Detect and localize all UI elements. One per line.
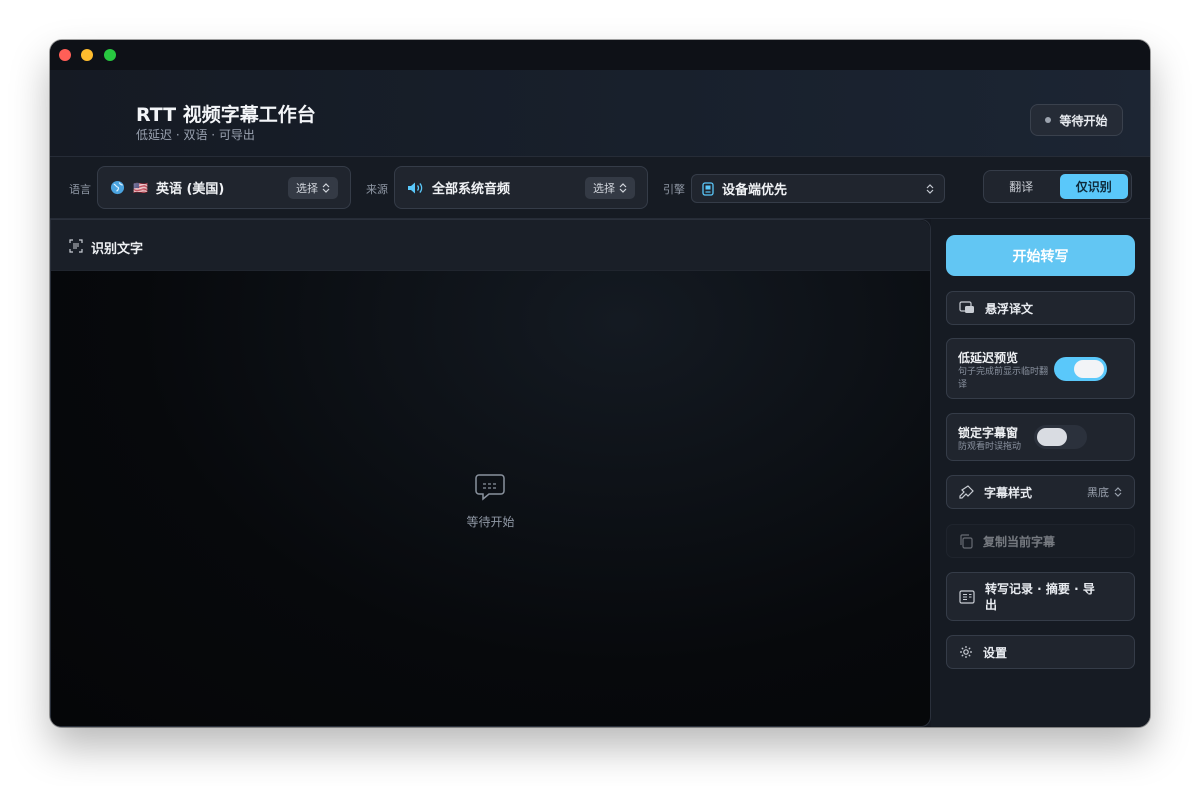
low-latency-toggle[interactable] — [1054, 357, 1107, 381]
copy-subtitle-label: 复制当前字幕 — [983, 534, 1056, 549]
transcript-panel-title: 识别文字 — [91, 242, 144, 257]
toggle-knob — [1074, 360, 1104, 378]
float-translation-button[interactable]: 悬浮译文 — [946, 291, 1135, 325]
source-pick-button[interactable]: 选择 — [585, 176, 635, 199]
status-badge: 等待开始 — [1030, 104, 1123, 136]
subtitle-style-value-wrap: 黑底 — [1087, 484, 1122, 500]
transcript-export-button[interactable]: 转写记录 · 摘要 · 导出 — [946, 572, 1135, 621]
mode-recognize-only-tab[interactable]: 仅识别 — [1059, 174, 1128, 199]
app-header: RTT 视频字幕工作台 低延迟 · 双语 · 可导出 等待开始 — [50, 70, 1150, 157]
low-latency-title: 低延迟预览 — [958, 351, 1019, 365]
status-dot-icon — [1045, 117, 1052, 123]
settings-button[interactable]: 设置 — [946, 635, 1135, 669]
us-flag-icon: 🇺🇸 — [133, 180, 148, 195]
source-selector[interactable]: 全部系统音频 选择 — [394, 166, 648, 209]
settings-label: 设置 — [983, 645, 1008, 660]
chat-bubble-icon — [475, 474, 505, 501]
float-translation-label: 悬浮译文 — [985, 301, 1034, 316]
mode-translate-tab[interactable]: 翻译 — [987, 174, 1056, 199]
app-subtitle: 低延迟 · 双语 · 可导出 — [136, 128, 255, 142]
subtitle-style-label: 字幕样式 — [984, 485, 1033, 500]
title-bar — [50, 40, 1150, 70]
low-latency-card: 低延迟预览 句子完成前显示临时翻译 — [946, 338, 1135, 399]
language-label: 语言 — [69, 183, 91, 196]
transcript-panel: 识别文字 等待开始 — [50, 219, 931, 727]
minimize-window-button[interactable] — [81, 49, 93, 61]
subtitle-style-selector[interactable]: 字幕样式 黑底 — [946, 475, 1135, 509]
source-label: 来源 — [366, 183, 388, 196]
speaker-icon — [408, 182, 423, 193]
text-scan-icon — [69, 239, 83, 253]
document-list-icon — [959, 589, 975, 604]
chevron-updown-icon — [926, 183, 934, 194]
chevron-updown-icon — [1114, 487, 1122, 497]
floating-window-icon — [959, 301, 974, 313]
language-selector[interactable]: 🇺🇸 英语 (美国) 选择 — [97, 166, 351, 209]
gear-icon — [960, 646, 972, 658]
language-value: 英语 (美国) — [155, 182, 225, 197]
paintbrush-icon — [959, 484, 974, 499]
low-latency-desc: 句子完成前显示临时翻译 — [958, 367, 1049, 390]
lock-window-title: 锁定字幕窗 — [958, 426, 1019, 440]
app-title: RTT 视频字幕工作台 — [136, 104, 316, 126]
subtitle-style-value: 黑底 — [1087, 486, 1109, 499]
sidebar: 开始转写 悬浮译文 低延迟预览 句子完成前显示临时翻译 锁定字幕窗 防观看时误拖… — [931, 219, 1150, 727]
toggle-knob — [1037, 428, 1067, 446]
language-pick-button[interactable]: 选择 — [288, 176, 338, 199]
transcript-panel-header: 识别文字 — [51, 220, 930, 271]
engine-selector[interactable]: 设备端优先 — [691, 174, 945, 203]
engine-value: 设备端优先 — [722, 183, 788, 198]
chevron-updown-icon — [322, 182, 330, 193]
zoom-window-button[interactable] — [104, 49, 116, 61]
close-window-button[interactable] — [59, 49, 71, 61]
source-value: 全部系统音频 — [432, 182, 511, 197]
copy-subtitle-button[interactable]: 复制当前字幕 — [946, 524, 1135, 558]
toolbar: 语言 🇺🇸 英语 (美国) 选择 来源 全部系统音频 选择 引擎 设备端优先 翻… — [50, 157, 1150, 219]
status-label: 等待开始 — [1059, 113, 1108, 128]
globe-icon — [110, 180, 125, 195]
source-pick-label: 选择 — [593, 181, 615, 195]
mode-segmented-control: 翻译 仅识别 — [983, 170, 1132, 203]
lock-window-toggle[interactable] — [1034, 425, 1087, 449]
lock-window-card: 锁定字幕窗 防观看时误拖动 — [946, 413, 1135, 461]
transcript-export-label: 转写记录 · 摘要 · 导出 — [985, 581, 1095, 612]
start-transcription-button[interactable]: 开始转写 — [946, 235, 1135, 276]
language-pick-label: 选择 — [296, 181, 318, 195]
engine-label: 引擎 — [663, 183, 685, 196]
chevron-updown-icon — [619, 182, 627, 193]
device-chip-icon — [702, 181, 714, 196]
copy-icon — [960, 533, 973, 549]
empty-state-text: 等待开始 — [466, 515, 515, 529]
app-window: RTT 视频字幕工作台 低延迟 · 双语 · 可导出 等待开始 语言 🇺🇸 英语… — [50, 40, 1150, 727]
